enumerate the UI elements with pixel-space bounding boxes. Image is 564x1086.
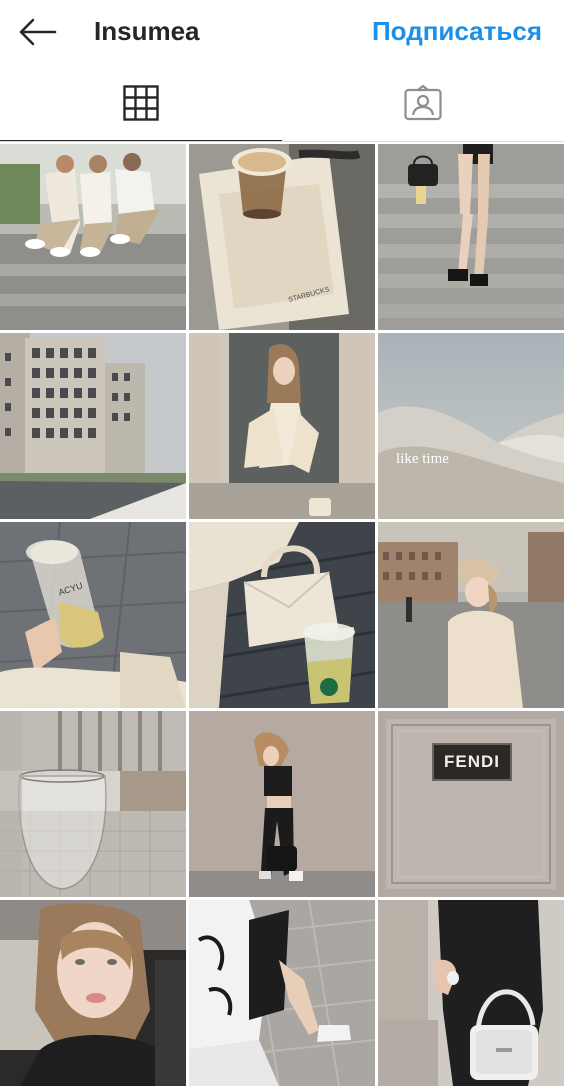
overlay-text-like-time: like time <box>396 451 449 467</box>
tab-grid[interactable] <box>0 64 282 142</box>
photo-girl-wall <box>189 711 375 897</box>
photo-girl-cream <box>189 333 375 519</box>
photo-fendi-wall <box>378 711 564 897</box>
photo-wine-glass <box>0 711 186 897</box>
photo-iced-coffee: STARBUCKS <box>189 144 375 330</box>
grid-icon <box>123 85 159 121</box>
tabs-divider <box>0 141 564 142</box>
photo-girl-beret <box>378 522 564 708</box>
tab-tagged[interactable] <box>282 64 564 142</box>
profile-tabs <box>0 64 564 142</box>
photo-selfie-car <box>0 900 186 1086</box>
post-thumbnail[interactable]: STARBUCKS <box>189 144 375 330</box>
post-thumbnail[interactable] <box>0 711 186 897</box>
photo-nike-walk <box>189 900 375 1086</box>
photo-bag-drink <box>189 522 375 708</box>
back-button[interactable] <box>16 14 58 50</box>
post-thumbnail[interactable] <box>378 900 564 1086</box>
profile-header: Insumea Подписаться <box>0 0 564 64</box>
photo-hand-cup <box>0 522 186 708</box>
post-thumbnail[interactable] <box>0 333 186 519</box>
post-thumbnail[interactable] <box>189 900 375 1086</box>
follow-button[interactable]: Подписаться <box>372 16 542 47</box>
post-thumbnail[interactable] <box>0 900 186 1086</box>
photo-sand-dunes <box>378 333 564 519</box>
post-thumbnail[interactable] <box>378 144 564 330</box>
post-thumbnail[interactable] <box>189 333 375 519</box>
photo-white-handbag <box>378 900 564 1086</box>
fendi-sign-text: FENDI <box>432 743 512 781</box>
tagged-person-icon <box>404 85 442 121</box>
post-thumbnail[interactable]: like time <box>378 333 564 519</box>
photo-buildings <box>0 333 186 519</box>
post-thumbnail[interactable] <box>378 522 564 708</box>
photo-three-girls <box>0 144 186 330</box>
post-thumbnail[interactable]: FENDI <box>378 711 564 897</box>
post-thumbnail[interactable] <box>189 711 375 897</box>
post-thumbnail[interactable]: ACYU <box>0 522 186 708</box>
post-thumbnail[interactable] <box>0 144 186 330</box>
posts-grid: STARBUCKS like time ACYU FENDI <box>0 144 564 1086</box>
profile-username: Insumea <box>94 16 200 46</box>
arrow-left-icon <box>19 18 57 46</box>
post-thumbnail[interactable] <box>189 522 375 708</box>
photo-legs-steps <box>378 144 564 330</box>
